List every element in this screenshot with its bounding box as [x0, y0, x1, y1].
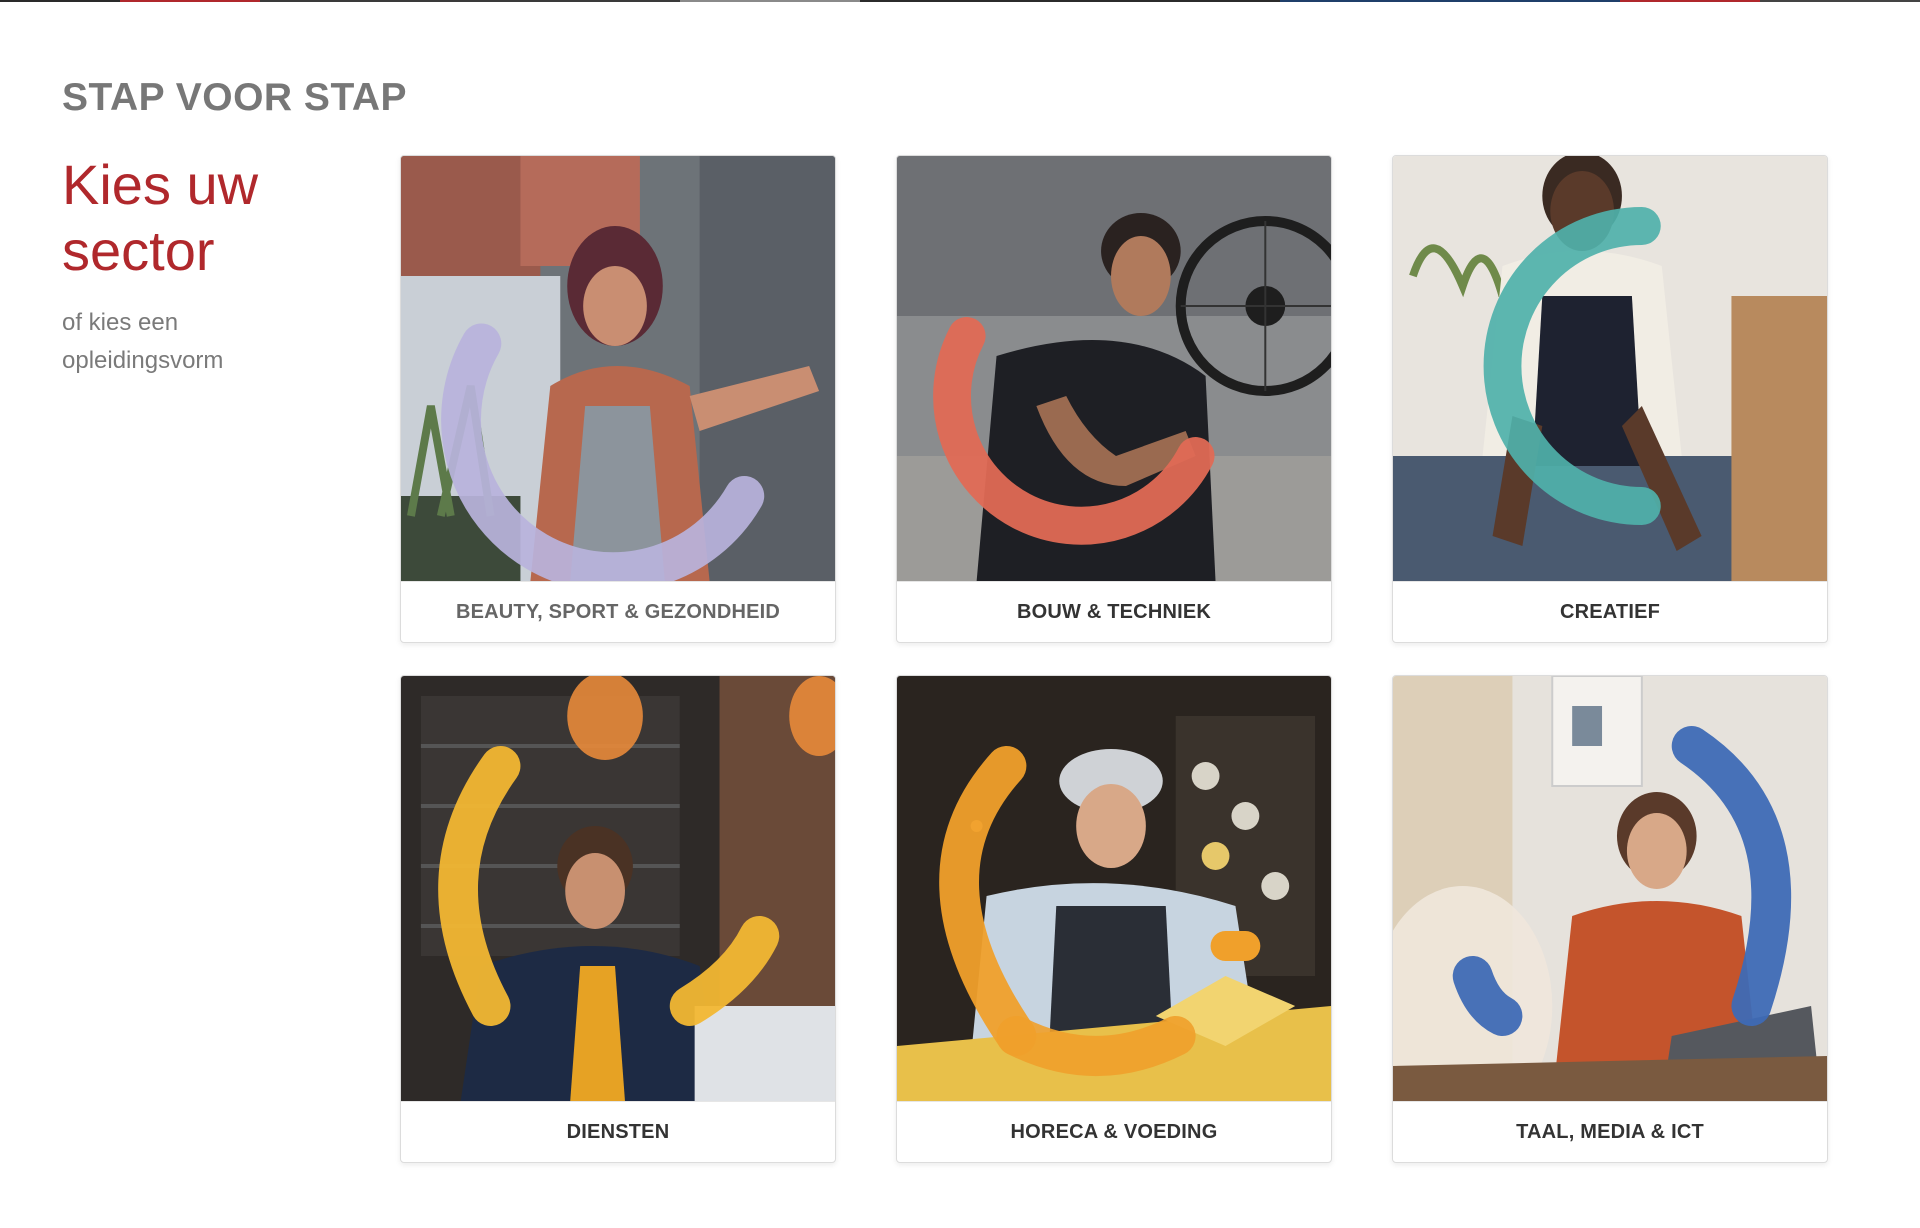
sector-label: BEAUTY, SPORT & GEZONDHEID [401, 581, 835, 642]
sector-label: TAAL, MEDIA & ICT [1393, 1101, 1827, 1162]
sector-photo-bouw-techniek [897, 156, 1331, 581]
sector-grid: BEAUTY, SPORT & GEZONDHEID BOUW & TECHNI… [400, 155, 1828, 1163]
sector-card-horeca-voeding[interactable]: HORECA & VOEDING [896, 675, 1332, 1163]
sector-photo-horeca-voeding [897, 676, 1331, 1101]
sector-label: HORECA & VOEDING [897, 1101, 1331, 1162]
choose-education-type-link[interactable]: of kies een opleidingsvorm [62, 304, 292, 380]
sector-card-diensten[interactable]: DIENSTEN [400, 675, 836, 1163]
sector-card-bouw-techniek[interactable]: BOUW & TECHNIEK [896, 155, 1332, 643]
sector-card-beauty[interactable]: BEAUTY, SPORT & GEZONDHEID [400, 155, 836, 643]
sector-photo-creatief [1393, 156, 1827, 581]
page-title: Kies uw sector [62, 153, 259, 282]
section-eyebrow: STAP VOOR STAP [62, 76, 408, 119]
sector-card-taal-media-ict[interactable]: TAAL, MEDIA & ICT [1392, 675, 1828, 1163]
sector-label: BOUW & TECHNIEK [897, 581, 1331, 642]
sector-label: DIENSTEN [401, 1101, 835, 1162]
sector-photo-diensten [401, 676, 835, 1101]
sector-card-creatief[interactable]: CREATIEF [1392, 155, 1828, 643]
top-color-strip [0, 0, 1920, 2]
sector-label: CREATIEF [1393, 581, 1827, 642]
sector-photo-taal-media-ict [1393, 676, 1827, 1101]
sector-photo-beauty [401, 156, 835, 581]
